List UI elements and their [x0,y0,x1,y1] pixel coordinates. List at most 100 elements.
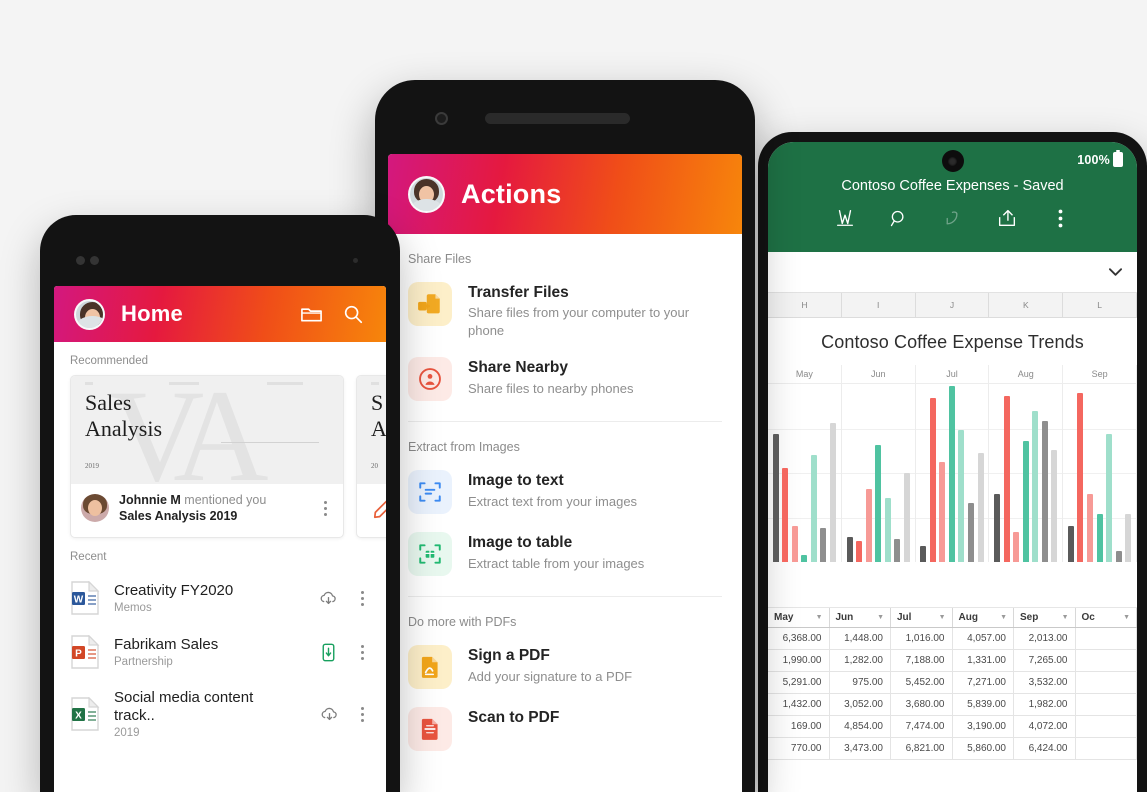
table-column-header[interactable]: Jun ▼ [830,608,891,627]
column-header-cell[interactable]: I [842,293,916,317]
overflow-menu-icon[interactable] [1049,206,1073,230]
avatar[interactable] [408,175,445,213]
undo-icon[interactable] [941,206,965,230]
table-column-header[interactable]: Aug ▼ [953,608,1014,627]
column-header-cell[interactable]: H [768,293,842,317]
filter-dropdown-icon[interactable]: ▼ [1000,614,1007,621]
recommended-card[interactable]: V SA 20 [356,375,386,538]
table-cell[interactable] [1076,694,1137,715]
table-cell[interactable] [1076,650,1137,671]
table-cell[interactable]: 6,821.00 [891,738,953,759]
file-text: Fabrikam Sales Partnership [114,636,218,668]
chart-bar [977,453,984,562]
cloud-download-icon[interactable] [318,704,341,725]
table-column-header[interactable]: Jul ▼ [891,608,953,627]
table-cell[interactable]: 1,990.00 [768,650,830,671]
expense-trends-chart[interactable]: Contoso Coffee Expense Trends May Jun Ju… [768,318,1137,608]
phone-device-home: Home Recommended VA Sales Analysis 2019 … [40,215,400,792]
section-label: Share Files [408,252,472,266]
kebab-menu-icon[interactable] [354,644,370,660]
table-cell[interactable]: 3,052.00 [830,694,891,715]
table-column-header[interactable]: May ▼ [768,608,830,627]
table-cell[interactable] [1076,672,1137,693]
table-cell[interactable]: 7,474.00 [891,716,953,737]
cloud-download-icon[interactable] [316,588,340,609]
table-cell[interactable]: 1,982.00 [1014,694,1076,715]
table-cell[interactable]: 3,680.00 [891,694,953,715]
share-icon[interactable] [995,206,1019,230]
table-cell[interactable]: 1,331.00 [953,650,1014,671]
table-column-header[interactable]: Oc ▼ [1076,608,1137,627]
recent-label: Recent [70,551,107,563]
action-item[interactable]: Sign a PDF Add your signature to a PDF [388,639,742,701]
table-cell[interactable] [1076,628,1137,649]
table-cell[interactable]: 770.00 [768,738,830,759]
table-cell[interactable]: 169.00 [768,716,830,737]
folder-icon[interactable] [298,301,324,327]
ink-pen-icon[interactable] [833,206,857,230]
table-cell[interactable]: 6,368.00 [768,628,830,649]
table-cell[interactable]: 7,265.00 [1014,650,1076,671]
table-cell[interactable]: 2,013.00 [1014,628,1076,649]
filter-dropdown-icon[interactable]: ▼ [1062,614,1069,621]
chart-bar [820,528,827,562]
chart-bar-group [989,384,1064,562]
table-cell[interactable]: 1,282.00 [830,650,891,671]
table-column-header[interactable]: Sep ▼ [1014,608,1076,627]
table-cell[interactable]: 3,532.00 [1014,672,1076,693]
action-item[interactable]: Transfer Files Share files from your comp… [388,276,742,351]
table-cell[interactable]: 1,432.00 [768,694,830,715]
thumbnail-title: SA [371,390,386,441]
table-cell[interactable]: 7,271.00 [953,672,1014,693]
filter-dropdown-icon[interactable]: ▼ [1123,614,1130,621]
table-cell[interactable] [1076,738,1137,759]
list-item[interactable]: P Fabrikam Sales Partnership [54,625,386,679]
action-item[interactable]: Image to text Extract text from your imag… [388,464,742,526]
list-item[interactable]: W Creativity FY2020 Memos [54,571,386,625]
action-item[interactable]: Scan to PDF [388,701,742,763]
table-cell[interactable]: 5,860.00 [953,738,1014,759]
table-cell[interactable]: 4,072.00 [1014,716,1076,737]
list-item[interactable]: X Social media content track.. 2019 [54,679,386,749]
column-header-cell[interactable]: J [916,293,990,317]
table-cell[interactable]: 5,839.00 [953,694,1014,715]
pencil-edit-icon[interactable] [367,493,386,528]
table-cell[interactable]: 4,854.00 [830,716,891,737]
table-cell[interactable]: 7,188.00 [891,650,953,671]
search-icon[interactable] [887,206,911,230]
filter-dropdown-icon[interactable]: ▼ [877,614,884,621]
avatar[interactable] [74,298,105,330]
action-item[interactable]: Image to table Extract table from your im… [388,526,742,588]
formula-bar[interactable] [768,252,1137,293]
table-cell[interactable]: 4,057.00 [953,628,1014,649]
spreadsheet-table: May ▼ Jun ▼ Jul ▼ Aug ▼ Sep ▼ Oc ▼ 6,368.00 1,448.00… [768,608,1137,760]
chart-plot-area [768,384,1137,562]
filter-dropdown-icon[interactable]: ▼ [816,614,823,621]
table-row: 1,432.00 3,052.00 3,680.00 5,839.00 1,982.00 [768,694,1137,716]
table-cell[interactable]: 3,473.00 [830,738,891,759]
kebab-menu-icon[interactable] [354,590,370,606]
table-cell[interactable] [1076,716,1137,737]
recommended-card[interactable]: VA Sales Analysis 2019 Johnnie M mentione… [70,375,344,538]
table-cell[interactable]: 6,424.00 [1014,738,1076,759]
table-cell[interactable]: 975.00 [830,672,891,693]
action-item[interactable]: Share Nearby Share files to nearby phones [388,351,742,413]
column-label: Aug [958,612,978,623]
chart-tick-label: Jul [916,365,990,383]
table-cell[interactable]: 5,291.00 [768,672,830,693]
chevron-down-icon[interactable] [1108,264,1123,282]
device-sync-icon[interactable] [316,642,340,663]
kebab-menu-icon[interactable] [317,500,333,516]
column-label: May [774,612,794,623]
table-cell[interactable]: 3,190.00 [953,716,1014,737]
column-header-cell[interactable]: K [989,293,1064,317]
table-cell[interactable]: 1,016.00 [891,628,953,649]
table-cell[interactable]: 5,452.00 [891,672,953,693]
kebab-menu-icon[interactable] [355,706,370,722]
column-header-cell[interactable]: L [1063,293,1137,317]
table-cell[interactable]: 1,448.00 [830,628,891,649]
avatar [81,494,109,522]
filter-dropdown-icon[interactable]: ▼ [939,614,946,621]
battery-full-icon [1113,149,1123,167]
search-icon[interactable] [340,301,366,327]
